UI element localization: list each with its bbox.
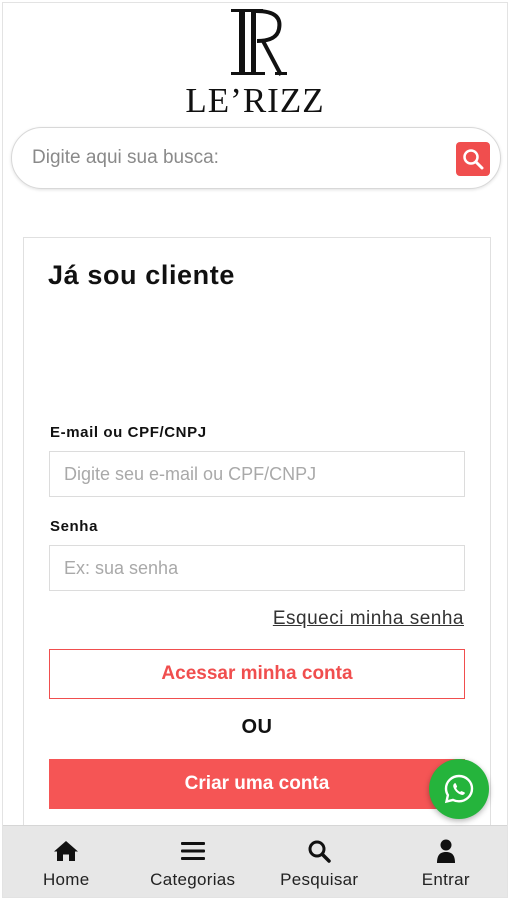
search-bar — [11, 127, 501, 189]
monogram-logo — [231, 9, 287, 76]
page: LE’RIZZ Já sou cliente E-mail ou CPF/CNP… — [2, 2, 508, 898]
nav-home[interactable]: Home — [3, 826, 130, 897]
forgot-password-link[interactable]: Esqueci minha senha — [273, 608, 464, 630]
nav-login-label: Entrar — [421, 870, 470, 889]
search-icon — [305, 838, 333, 864]
brand-wordmark: LE’RIZZ — [185, 81, 325, 120]
create-account-button[interactable]: Criar uma conta — [49, 759, 465, 809]
login-title: Já sou cliente — [48, 260, 235, 290]
nav-home-label: Home — [42, 870, 90, 889]
nav-login[interactable]: Entrar — [383, 826, 508, 897]
or-divider-text: OU — [241, 716, 273, 738]
password-label: Senha — [50, 518, 99, 535]
nav-categories[interactable]: Categorias — [130, 826, 257, 897]
search-icon — [463, 149, 484, 170]
password-field[interactable] — [49, 545, 465, 591]
nav-search-label: Pesquisar — [280, 870, 359, 889]
whatsapp-button[interactable] — [429, 759, 489, 819]
home-icon — [52, 838, 80, 864]
search-input[interactable] — [32, 138, 432, 178]
nav-search[interactable]: Pesquisar — [256, 826, 383, 897]
bottom-navigation: Home Categorias Pesquisar Entrar — [3, 825, 508, 897]
access-account-button[interactable]: Acessar minha conta — [49, 649, 465, 699]
search-button[interactable] — [456, 142, 490, 176]
email-label: E-mail ou CPF/CNPJ — [50, 424, 207, 441]
whatsapp-icon — [444, 774, 474, 804]
login-card: Já sou cliente E-mail ou CPF/CNPJ Senha … — [23, 237, 491, 877]
user-icon — [432, 838, 460, 864]
brand-logo[interactable]: LE’RIZZ — [3, 3, 507, 121]
menu-icon — [179, 838, 207, 864]
nav-categories-label: Categorias — [150, 870, 236, 889]
email-field[interactable] — [49, 451, 465, 497]
